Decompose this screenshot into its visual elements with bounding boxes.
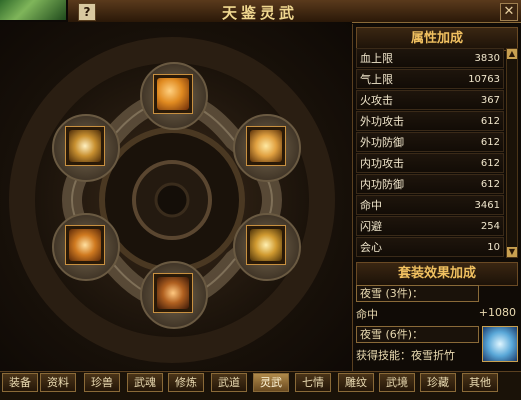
set6-skill-text: 获得技能：夜雪折竹	[356, 349, 455, 362]
tab-collection[interactable]: 珍藏	[420, 373, 456, 392]
scroll-down-icon[interactable]: ▼	[507, 247, 517, 257]
attribute-row: 外功防御 612	[356, 132, 504, 152]
slot-right[interactable]	[246, 126, 286, 166]
set-effects-header: 套装效果加成	[356, 262, 518, 286]
attribute-value: 3830	[474, 52, 500, 64]
attribute-value: 10	[487, 241, 500, 253]
skill-icon[interactable]	[482, 326, 518, 362]
tab-bar: 装备 资料 珍兽 武魂 修炼 武道 灵武 七情 雕纹 武境 珍藏 其他	[0, 371, 521, 400]
attribute-row: 外功攻击 612	[356, 111, 504, 131]
close-button[interactable]: ✕	[500, 3, 518, 21]
attribute-name: 命中	[360, 199, 382, 212]
dagger-icon	[69, 229, 101, 261]
bracelet-icon	[157, 277, 189, 309]
attribute-row: 火攻击 367	[356, 90, 504, 110]
attribute-row: 闪避 254	[356, 216, 504, 236]
attribute-value: 3461	[474, 199, 500, 211]
help-button[interactable]: ?	[78, 3, 96, 21]
slot-top[interactable]	[153, 74, 193, 114]
tab-other[interactable]: 其他	[462, 373, 498, 392]
set3-attr: 命中	[356, 308, 378, 321]
attribute-row: 会心 10	[356, 237, 504, 257]
set3-label: 夜雪 (3件)：	[356, 285, 479, 302]
armor-icon	[250, 130, 282, 162]
set6-label: 夜雪 (6件)：	[356, 326, 479, 343]
tab-equipment[interactable]: 装备	[2, 373, 38, 392]
jade-icon	[250, 229, 282, 261]
attribute-value: 10763	[468, 73, 500, 85]
attribute-value: 612	[480, 178, 500, 190]
slot-lower-left[interactable]	[65, 225, 105, 265]
blade-icon	[157, 78, 189, 110]
set3-value: +1080	[478, 306, 516, 319]
decor-leaf	[0, 0, 66, 20]
tab-cultivation[interactable]: 修炼	[168, 373, 204, 392]
attribute-name: 气上限	[360, 73, 393, 86]
attribute-name: 会心	[360, 241, 382, 254]
attribute-row: 内功防御 612	[356, 174, 504, 194]
tab-realm[interactable]: 武境	[379, 373, 415, 392]
window-title: 天鉴灵武	[221, 4, 298, 22]
attribute-name: 外功攻击	[360, 115, 404, 128]
attribute-name: 闪避	[360, 220, 382, 233]
slot-bottom[interactable]	[153, 273, 193, 313]
attribute-name: 血上限	[360, 52, 393, 65]
tab-spirit-weapon[interactable]: 灵武	[253, 373, 289, 392]
tab-engraving[interactable]: 雕纹	[338, 373, 374, 392]
gear-icon	[69, 130, 101, 162]
attribute-scrollbar[interactable]: ▲ ▼	[506, 48, 518, 258]
attribute-name: 内功防御	[360, 178, 404, 191]
scroll-up-icon[interactable]: ▲	[507, 49, 517, 59]
tab-emotions[interactable]: 七情	[295, 373, 331, 392]
tab-profile[interactable]: 资料	[40, 373, 76, 392]
tab-martial-path[interactable]: 武道	[211, 373, 247, 392]
attribute-name: 内功攻击	[360, 157, 404, 170]
attribute-row: 命中 3461	[356, 195, 504, 215]
tab-pet[interactable]: 珍兽	[84, 373, 120, 392]
slot-lower-right[interactable]	[246, 225, 286, 265]
attribute-value: 367	[480, 94, 500, 106]
attribute-value: 612	[480, 157, 500, 169]
attribute-value: 612	[480, 115, 500, 127]
attribute-list[interactable]: 血上限 3830 气上限 10763 火攻击 367 外功攻击 612 外功防御 612 …	[356, 48, 504, 258]
attribute-value: 612	[480, 136, 500, 148]
tab-soul[interactable]: 武魂	[127, 373, 163, 392]
attribute-name: 火攻击	[360, 94, 393, 107]
attribute-row: 血上限 3830	[356, 48, 504, 68]
attribute-name: 外功防御	[360, 136, 404, 149]
attribute-value: 254	[480, 220, 500, 232]
equipment-wheel	[0, 22, 352, 370]
slot-left[interactable]	[65, 126, 105, 166]
set3-bonus-row: 命中 +1080	[356, 306, 516, 322]
attribute-row: 内功攻击 612	[356, 153, 504, 173]
attribute-row: 气上限 10763	[356, 69, 504, 89]
